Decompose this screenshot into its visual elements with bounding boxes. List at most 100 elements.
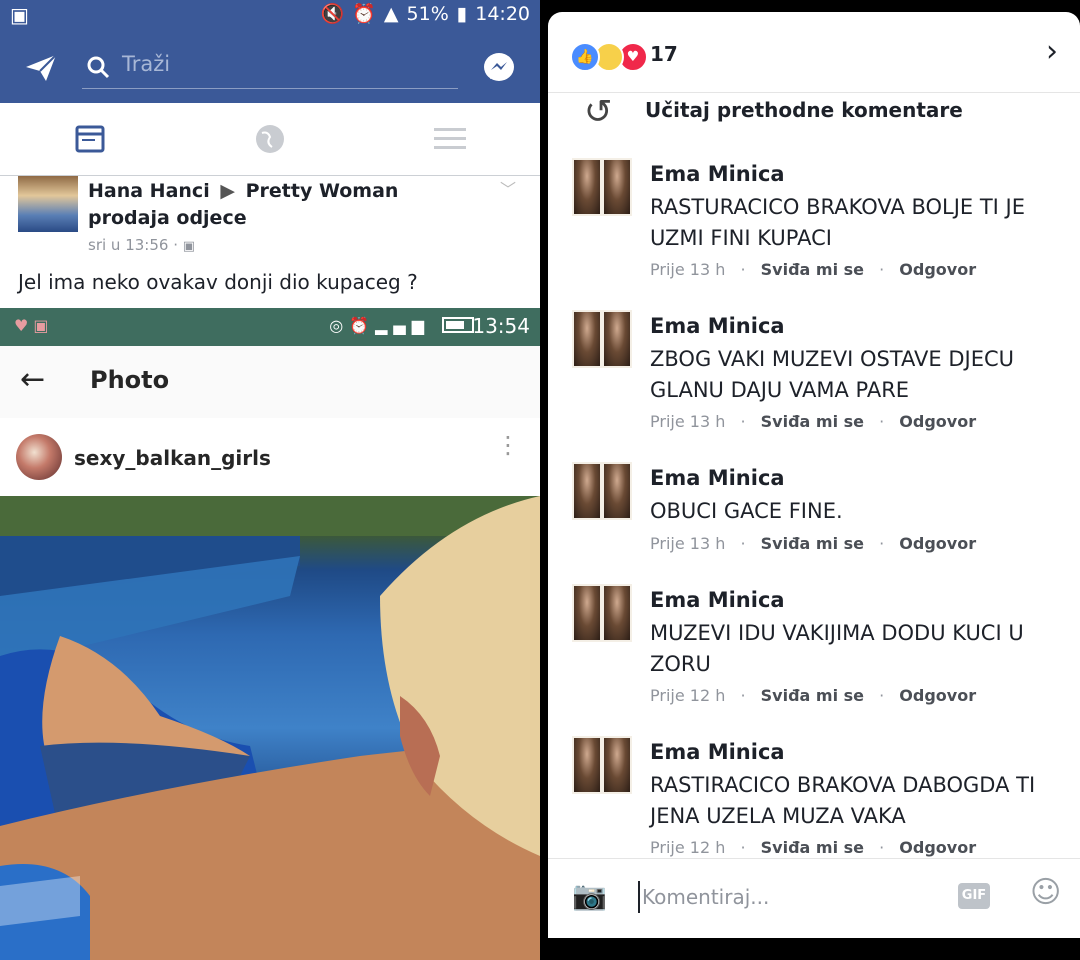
alarm-icon: ⏰ [352,3,376,25]
panel-divider [540,0,548,960]
globe-icon[interactable] [254,123,286,155]
separator: · [879,838,885,857]
avatar[interactable] [18,176,78,232]
separator: · [740,686,746,705]
like-button[interactable]: Sviđa mi se [761,260,864,279]
arrow-icon: ▶ [220,180,235,202]
back-arrow-icon[interactable]: ← [20,362,45,397]
separator: · [879,412,885,431]
search-input[interactable]: Traži [122,52,170,76]
post-body: Jel ima neko ovakav donji dio kupaceg ? [18,270,418,294]
battery-icon: ▮ [456,2,468,25]
comment-item: Ema Minica OBUCI GACE FINE. Prije 13 h ·… [548,462,1080,562]
comment-meta: Prije 13 h · Sviđa mi se · Odgovor [650,534,976,553]
camera-icon[interactable]: 📷 [572,879,607,912]
separator: · [740,534,746,553]
separator: · [879,260,885,279]
comment-author[interactable]: Ema Minica [650,588,785,612]
post-photo[interactable] [0,496,540,960]
comment-author[interactable]: Ema Minica [650,740,785,764]
avatar[interactable] [572,736,632,794]
separator: · [879,686,885,705]
left-screenshot: ▣ 🔇 ⏰ ▲ 51% ▮ 14:20 Traži Hana Hanci ▶ P… [0,0,540,960]
comment-time: Prije 12 h [650,838,726,857]
mute-icon: 🔇 [320,3,345,25]
load-previous-comments[interactable]: ↺ Učitaj prethodne komentare [548,92,1080,132]
comment-text: RASTURACICO BRAKOVA BOLJE TI JE UZMI FIN… [650,195,1026,250]
refresh-icon: ↺ [584,92,613,132]
tab-bar [0,103,540,176]
news-feed-icon[interactable] [75,125,105,153]
separator: · [879,534,885,553]
photo-illustration [0,496,540,960]
comment-composer: 📷 Komentiraj... GIF ☺ [548,858,1080,938]
separator: · [740,412,746,431]
search-icon[interactable] [86,55,110,79]
avatar[interactable] [16,434,62,480]
comment-meta: Prije 12 h · Sviđa mi se · Odgovor [650,686,976,705]
battery-label: 51% [406,2,449,25]
photo-title: Photo [90,366,170,394]
inner-clock: 13:54 [472,314,530,338]
menu-icon[interactable] [434,126,466,152]
like-reaction-icon: 👍 [570,42,600,72]
post-timestamp: sri u 13:56 · ▣ [88,236,195,254]
comment-time: Prije 13 h [650,260,726,279]
avatar[interactable] [572,584,632,642]
heart-notification-icon: ♥ ▣ [14,316,49,335]
comment-time: Prije 12 h [650,686,726,705]
search-underline [82,88,458,89]
comment-author[interactable]: Ema Minica [650,314,785,338]
comments-screen: 👍 ♥ 17 › ↺ Učitaj prethodne komentare Em… [548,12,1080,938]
comment-author[interactable]: Ema Minica [650,162,785,186]
avatar[interactable] [572,158,632,216]
separator: · [740,838,746,857]
load-previous-label: Učitaj prethodne komentare [645,98,963,122]
comment-meta: Prije 13 h · Sviđa mi se · Odgovor [650,412,976,431]
more-options-icon[interactable]: ⋮ [496,433,520,457]
emoji-icon[interactable]: ☺ [1030,875,1061,910]
reply-button[interactable]: Odgovor [899,260,976,279]
signal-icon: ▲ [383,2,399,25]
reply-button[interactable]: Odgovor [899,534,976,553]
avatar[interactable] [572,462,632,520]
send-icon[interactable] [24,53,58,83]
messenger-icon[interactable] [482,51,516,85]
comment-time: Prije 13 h [650,534,726,553]
comment-item: Ema Minica ZBOG VAKI MUZEVI OSTAVE DJECU… [548,310,1080,440]
battery-icon [442,317,474,333]
comment-text: MUZEVI IDU VAKIJIMA DODU KUCI U ZORU [650,621,1024,676]
comment-input[interactable]: Komentiraj... [638,881,942,913]
gif-button[interactable]: GIF [958,883,990,909]
like-button[interactable]: Sviđa mi se [761,412,864,431]
reaction-count: 17 [650,42,678,66]
reply-button[interactable]: Odgovor [899,838,976,857]
chevron-right-icon[interactable]: › [1046,34,1058,69]
comment-meta: Prije 12 h · Sviđa mi se · Odgovor [650,838,976,857]
status-bar: ▣ 🔇 ⏰ ▲ 51% ▮ 14:20 [0,0,540,31]
avatar[interactable] [572,310,632,368]
like-button[interactable]: Sviđa mi se [761,686,864,705]
like-button[interactable]: Sviđa mi se [761,534,864,553]
comment-time: Prije 13 h [650,412,726,431]
reactions-bar[interactable]: 👍 ♥ 17 › [548,12,1080,93]
comment-item: Ema Minica MUZEVI IDU VAKIJIMA DODU KUCI… [548,584,1080,714]
reply-button[interactable]: Odgovor [899,412,976,431]
post-author[interactable]: Hana Hanci [88,180,210,202]
clock: 14:20 [475,2,530,25]
comment-item: Ema Minica RASTURACICO BRAKOVA BOLJE TI … [548,158,1080,288]
comment-author[interactable]: Ema Minica [650,466,785,490]
chevron-down-icon[interactable]: ﹀ [500,176,516,200]
like-button[interactable]: Sviđa mi se [761,838,864,857]
comment-item: Ema Minica RASTIRACICO BRAKOVA DABOGDA T… [548,736,1080,858]
username[interactable]: sexy_balkan_girls [74,446,271,470]
photo-header: ← Photo [0,346,540,419]
status-icons: ◎⏰▂▄▆ [329,316,430,335]
inner-status-bar: ♥ ▣ ◎⏰▂▄▆ 13:54 [0,308,540,346]
post-time: sri u 13:56 · [88,236,178,254]
group-privacy-icon: ▣ [182,239,196,254]
reply-button[interactable]: Odgovor [899,686,976,705]
comment-text: OBUCI GACE FINE. [650,499,843,523]
comment-text: RASTIRACICO BRAKOVA DABOGDA TI JENA UZEL… [650,773,1036,828]
post-header: Hana Hanci ▶ Pretty Woman prodaja odjece [88,178,468,232]
